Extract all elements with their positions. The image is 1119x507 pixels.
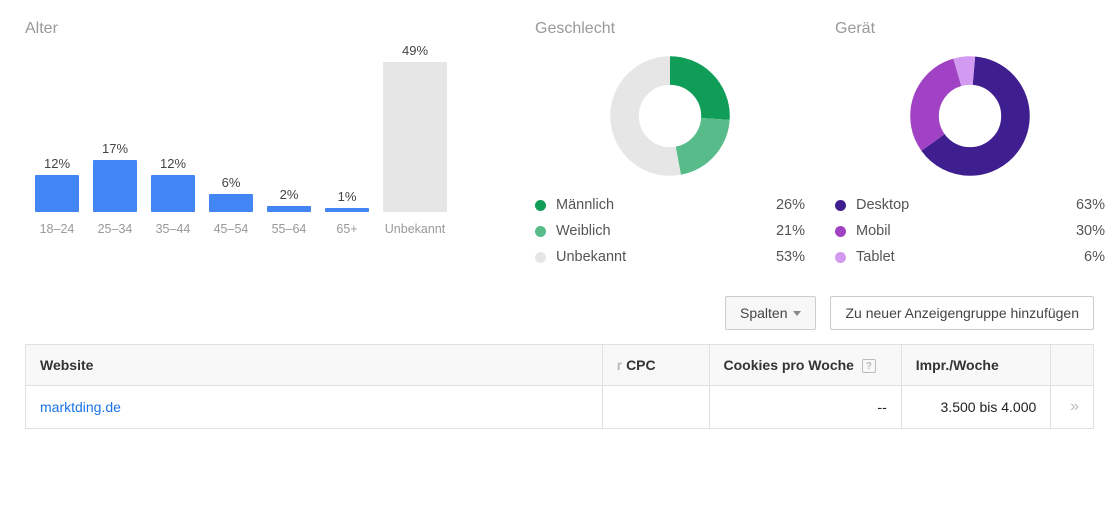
legend-row: Mobil30% [835, 218, 1105, 244]
legend-value: 30% [1055, 223, 1105, 239]
add-to-adgroup-button[interactable]: Zu neuer Anzeigengruppe hinzufügen [830, 296, 1094, 330]
col-impr[interactable]: Impr./Woche [901, 345, 1051, 386]
bar-category-label: 45–54 [214, 222, 249, 236]
cell-cookies: -- [709, 386, 901, 429]
age-bar: 12% 35–44 [147, 156, 199, 236]
age-bar: 12% 18–24 [31, 156, 83, 236]
placements-table: Website r CPC Cookies pro Woche ? Impr./… [25, 344, 1094, 429]
cell-expand[interactable]: » [1051, 386, 1094, 429]
columns-button[interactable]: Spalten [725, 296, 816, 330]
cell-impr: 3.500 bis 4.000 [901, 386, 1051, 429]
gender-donut-chart [610, 56, 730, 176]
gender-legend: Männlich26%Weiblich21%Unbekannt53% [535, 192, 805, 270]
legend-label: Männlich [556, 197, 755, 213]
website-link[interactable]: marktding.de [40, 399, 121, 415]
gender-panel: Geschlecht Männlich26%Weiblich21%Unbekan… [535, 20, 805, 270]
columns-button-label: Spalten [740, 305, 787, 321]
bar-category-label: Unbekannt [385, 222, 445, 236]
bar-value-label: 2% [280, 187, 299, 202]
bar-value-label: 49% [402, 43, 428, 58]
legend-value: 53% [755, 249, 805, 265]
age-bar-chart: 12% 18–24 17% 25–34 12% 35–44 6% 45–54 2% 55–64 1%… [25, 56, 505, 236]
chevron-right-icon: » [1070, 398, 1079, 415]
cell-website: marktding.de [26, 386, 603, 429]
legend-swatch [835, 226, 846, 237]
col-website[interactable]: Website [26, 345, 603, 386]
bar-value-label: 6% [222, 175, 241, 190]
col-actions [1051, 345, 1094, 386]
table-toolbar: Spalten Zu neuer Anzeigengruppe hinzufüg… [25, 296, 1094, 330]
age-bar: 2% 55–64 [263, 187, 315, 236]
age-bar: 1% 65+ [321, 189, 373, 236]
age-title: Alter [25, 20, 505, 38]
age-bar: 17% 25–34 [89, 141, 141, 236]
bar-category-label: 35–44 [156, 222, 191, 236]
chevron-down-icon [793, 311, 801, 316]
device-title: Gerät [835, 20, 1105, 38]
legend-value: 21% [755, 223, 805, 239]
legend-swatch [535, 200, 546, 211]
legend-swatch [535, 252, 546, 263]
bar-rect [209, 194, 253, 212]
bar-rect [93, 160, 137, 212]
bar-rect [325, 208, 369, 212]
legend-row: Unbekannt53% [535, 244, 805, 270]
bar-category-label: 55–64 [272, 222, 307, 236]
legend-label: Mobil [856, 223, 1055, 239]
legend-label: Tablet [856, 249, 1055, 265]
legend-swatch [535, 226, 546, 237]
bar-rect [35, 175, 79, 212]
add-to-adgroup-label: Zu neuer Anzeigengruppe hinzufügen [845, 305, 1079, 321]
table-row: marktding.de --3.500 bis 4.000 » [26, 386, 1094, 429]
legend-value: 63% [1055, 197, 1105, 213]
age-bar: 6% 45–54 [205, 175, 257, 236]
help-icon[interactable]: ? [862, 359, 876, 373]
bar-category-label: 65+ [336, 222, 357, 236]
age-panel: Alter 12% 18–24 17% 25–34 12% 35–44 6% 45–54 2% 5… [25, 20, 505, 270]
age-bar: 49% Unbekannt [379, 43, 451, 236]
table-body: marktding.de --3.500 bis 4.000 » [26, 386, 1094, 429]
legend-value: 26% [755, 197, 805, 213]
legend-row: Männlich26% [535, 192, 805, 218]
bar-category-label: 25–34 [98, 222, 133, 236]
gender-title: Geschlecht [535, 20, 805, 38]
bar-value-label: 17% [102, 141, 128, 156]
legend-label: Desktop [856, 197, 1055, 213]
legend-row: Desktop63% [835, 192, 1105, 218]
legend-label: Weiblich [556, 223, 755, 239]
legend-swatch [835, 200, 846, 211]
device-legend: Desktop63%Mobil30%Tablet6% [835, 192, 1105, 270]
bar-value-label: 12% [160, 156, 186, 171]
device-donut-chart [910, 56, 1030, 176]
col-cpc[interactable]: r CPC [602, 345, 709, 386]
legend-value: 6% [1055, 249, 1105, 265]
bar-rect [383, 62, 447, 212]
legend-swatch [835, 252, 846, 263]
bar-category-label: 18–24 [40, 222, 75, 236]
legend-row: Tablet6% [835, 244, 1105, 270]
bar-value-label: 12% [44, 156, 70, 171]
bar-rect [267, 206, 311, 212]
bar-rect [151, 175, 195, 212]
legend-row: Weiblich21% [535, 218, 805, 244]
bar-value-label: 1% [338, 189, 357, 204]
legend-label: Unbekannt [556, 249, 755, 265]
col-cookies[interactable]: Cookies pro Woche ? [709, 345, 901, 386]
cell-cpc [602, 386, 709, 429]
device-panel: Gerät Desktop63%Mobil30%Tablet6% [835, 20, 1105, 270]
